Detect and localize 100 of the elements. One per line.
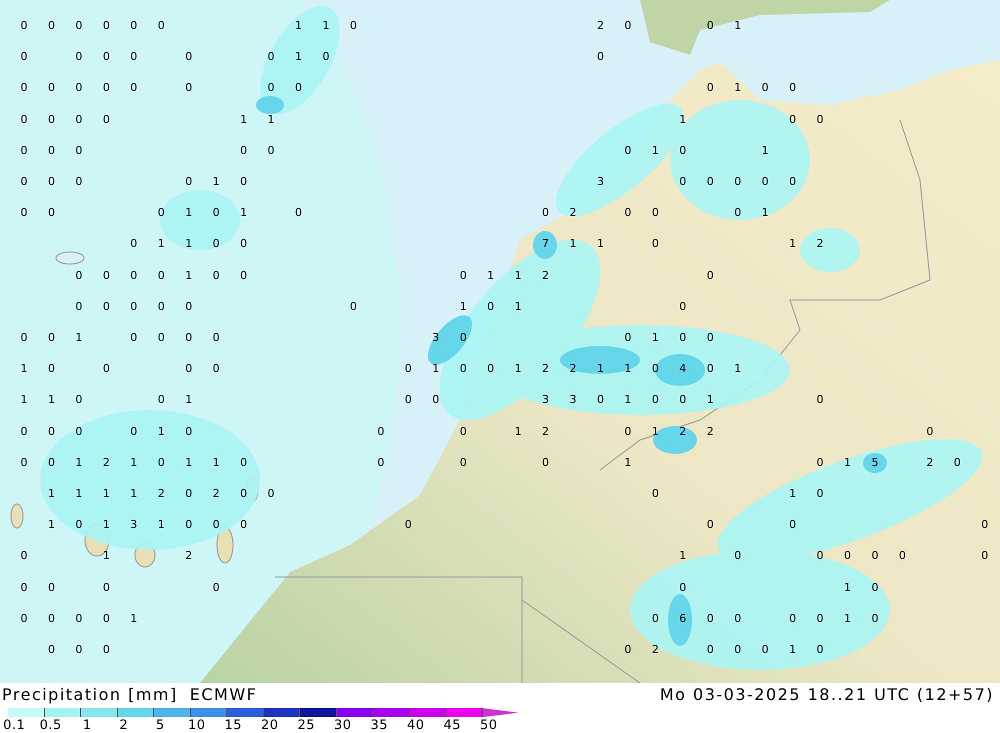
precipitation-value: 0	[679, 394, 686, 406]
precipitation-value: 0	[596, 51, 604, 64]
precipitation-value: 0	[102, 20, 110, 32]
precipitation-value: 1	[75, 456, 82, 469]
precipitation-value: 0	[542, 207, 550, 220]
precipitation-value: 1	[185, 394, 192, 406]
precipitation-value: 0	[20, 20, 28, 32]
precipitation-value: 7	[542, 238, 550, 250]
precipitation-value: 1	[706, 394, 714, 406]
precipitation-value: 0	[652, 207, 659, 220]
legend-title: Precipitation [mm]	[2, 685, 178, 704]
precipitation-value: 0	[734, 550, 742, 562]
precipitation-value: 0	[102, 300, 110, 313]
precipitation-value: 2	[102, 456, 110, 469]
precipitation-value: 0	[102, 270, 110, 282]
precipitation-value: 2	[542, 363, 550, 376]
precipitation-value: 0	[185, 519, 192, 532]
precipitation-value: 0	[20, 612, 28, 625]
precipitation-value: 0	[460, 332, 467, 344]
precipitation-value: 1	[514, 270, 522, 282]
precipitation-value: 0	[762, 82, 769, 94]
precipitation-value: 0	[20, 426, 28, 438]
precipitation-value: 0	[734, 612, 742, 625]
precipitation-value: 3	[570, 394, 576, 406]
scale-label: 20	[260, 718, 280, 733]
precipitation-value: 1	[570, 238, 576, 250]
precipitation-value: 0	[75, 612, 82, 625]
precipitation-value: 0	[706, 270, 714, 282]
precipitation-value: 0	[734, 644, 742, 656]
precipitation-value: 0	[48, 332, 55, 344]
precipitation-value: 0	[20, 114, 28, 126]
precipitation-value: 0	[240, 488, 248, 500]
precipitation-value: 1	[652, 144, 659, 157]
precipitation-value: 0	[102, 51, 110, 64]
precipitation-value: 1	[844, 582, 851, 594]
precipitation-value: 0	[75, 20, 82, 32]
precipitation-value: 0	[158, 207, 165, 220]
precipitation-value: 2	[652, 644, 659, 656]
precipitation-value: 0	[816, 114, 824, 126]
precipitation-value: 0	[816, 488, 824, 500]
precipitation-value: 1	[679, 550, 686, 562]
precipitation-value: 1	[624, 394, 632, 406]
precipitation-value: 0	[816, 394, 824, 406]
scale-label: 1	[82, 718, 93, 733]
precipitation-value: 1	[652, 332, 659, 344]
precipitation-value: 0	[75, 394, 82, 406]
precipitation-value: 0	[158, 456, 165, 469]
precipitation-value: 0	[130, 82, 138, 94]
precipitation-value: 0	[102, 363, 110, 376]
precipitation-value: 0	[268, 82, 275, 94]
precipitation-value: 0	[48, 582, 55, 594]
precipitation-value: 0	[706, 612, 714, 625]
precipitation-value: 1	[844, 612, 851, 625]
precipitation-value: 1	[295, 51, 302, 64]
precipitation-value: 0	[789, 176, 796, 188]
precipitation-value: 3	[596, 176, 604, 188]
precipitation-value: 0	[185, 488, 192, 500]
precipitation-value: 1	[514, 300, 522, 313]
precipitation-value: 1	[130, 456, 138, 469]
precipitation-value: 1	[185, 207, 192, 220]
precipitation-value: 0	[268, 51, 275, 64]
precipitation-value: 1	[762, 207, 769, 220]
precipitation-value: 0	[240, 519, 248, 532]
precipitation-value: 0	[212, 363, 220, 376]
precipitation-value: 0	[350, 300, 357, 313]
scale-label: 45	[442, 718, 462, 733]
precipitation-value: 1	[652, 426, 659, 438]
precipitation-value: 0	[185, 332, 192, 344]
precipitation-value: 0	[48, 456, 55, 469]
precipitation-value: 0	[75, 51, 82, 64]
precipitation-value: 0	[102, 582, 110, 594]
precipitation-value: 0	[158, 20, 165, 32]
precipitation-value: 0	[158, 300, 165, 313]
precipitation-value: 1	[75, 488, 82, 500]
precipitation-value: 1	[20, 394, 28, 406]
precipitation-value: 0	[460, 270, 467, 282]
precipitation-value: 0	[762, 176, 769, 188]
precipitation-value: 0	[816, 456, 824, 469]
precipitation-value: 0	[624, 644, 632, 656]
precipitation-value: 1	[75, 332, 82, 344]
precipitation-value: 0	[679, 144, 686, 157]
precipitation-value: 0	[542, 456, 550, 469]
precipitation-value: 0	[212, 582, 220, 594]
precipitation-value: 0	[130, 270, 138, 282]
scale-label: 30	[332, 718, 353, 733]
precipitation-value: 1	[48, 488, 55, 500]
precipitation-value: 1	[596, 238, 604, 250]
precipitation-value: 1	[212, 456, 220, 469]
precipitation-value: 0	[130, 300, 138, 313]
precipitation-value: 1	[624, 363, 632, 376]
precipitation-value: 0	[624, 207, 632, 220]
precipitation-value: 0	[816, 644, 824, 656]
precipitation-value: 0	[75, 176, 82, 188]
scale-label: 50	[478, 718, 499, 733]
precipitation-value: 0	[48, 144, 55, 157]
precipitation-value: 1	[212, 176, 220, 188]
precipitation-value: 1	[762, 144, 769, 157]
precipitation-value: 0	[377, 456, 384, 469]
precipitation-value: 1	[158, 519, 165, 532]
precipitation-value: 1	[734, 20, 742, 32]
